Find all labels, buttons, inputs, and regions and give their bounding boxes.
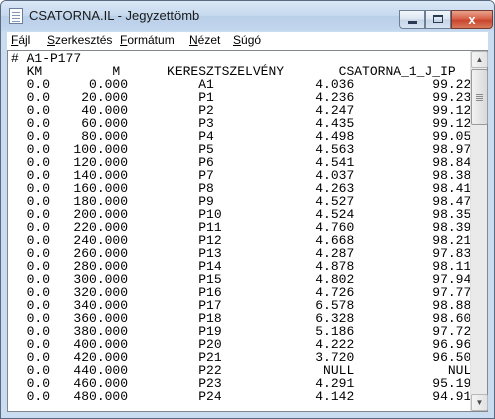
minimize-button[interactable]: [399, 10, 425, 29]
menu-edit[interactable]: Szerkesztés: [47, 33, 112, 47]
notepad-icon[interactable]: [9, 8, 23, 24]
menu-format[interactable]: Formátum: [120, 33, 175, 47]
minimize-icon: [407, 21, 417, 24]
arrow-down-icon: ▼: [475, 398, 484, 407]
menu-file[interactable]: Fájl: [11, 33, 30, 47]
arrow-up-icon: ▲: [475, 55, 484, 64]
window-title: CSATORNA.IL - Jegyzettömb: [29, 8, 200, 23]
text-editor[interactable]: # A1-P177 KM M KERESZTSZELVÉNY CSATORNA_…: [7, 50, 488, 412]
close-button[interactable]: x: [451, 10, 493, 29]
title-bar[interactable]: CSATORNA.IL - Jegyzettömb x: [1, 1, 494, 31]
scroll-up-button[interactable]: ▲: [471, 51, 488, 68]
document-text[interactable]: # A1-P177 KM M KERESZTSZELVÉNY CSATORNA_…: [8, 51, 470, 411]
scroll-thumb[interactable]: [471, 69, 488, 125]
maximize-button[interactable]: [425, 10, 451, 29]
data-row-line: 0.0 480.000 P24 4.142 94.917: [11, 389, 470, 404]
notepad-window: CSATORNA.IL - Jegyzettömb x Fájl Szerkes…: [0, 0, 495, 419]
maximize-icon: [433, 15, 443, 23]
grip-icon: [476, 94, 483, 95]
menu-bar: Fájl Szerkesztés Formátum Nézet Súgó: [7, 32, 488, 50]
menu-view[interactable]: Nézet: [189, 33, 220, 47]
menu-help[interactable]: Súgó: [233, 33, 261, 47]
vertical-scrollbar[interactable]: ▲ ▼: [470, 51, 488, 411]
scroll-down-button[interactable]: ▼: [471, 394, 488, 411]
close-icon: x: [468, 12, 476, 27]
